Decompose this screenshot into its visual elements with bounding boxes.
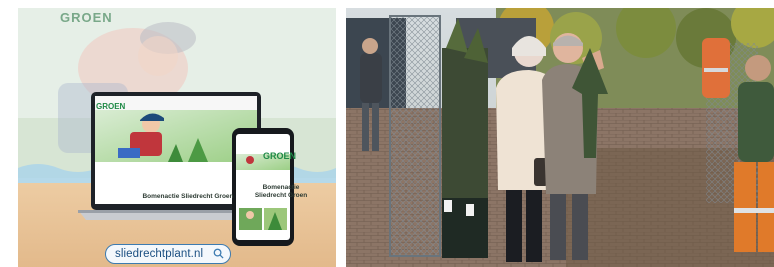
laptop-site-headline: Bomenactie Sliedrecht Groen [142,193,234,200]
phone-site-headline: Bomenactie Sliedrecht Groen [254,184,308,199]
promo-scene [18,8,336,267]
tree-planting-photo [346,8,774,267]
search-icon [213,248,224,259]
phone-site-logo: GROEN [263,151,297,161]
background-logo: GROEN [60,10,113,25]
laptop-site-logo: GROEN [96,102,126,111]
worker-orange [702,38,730,98]
website-promo-image: GROEN GROEN Bomenactie Sliedrecht Groen … [18,8,336,267]
url-search-bar: sliedrechtplant.nl [105,244,231,264]
url-text: sliedrechtplant.nl [115,248,204,260]
outdoor-scene [346,8,774,267]
